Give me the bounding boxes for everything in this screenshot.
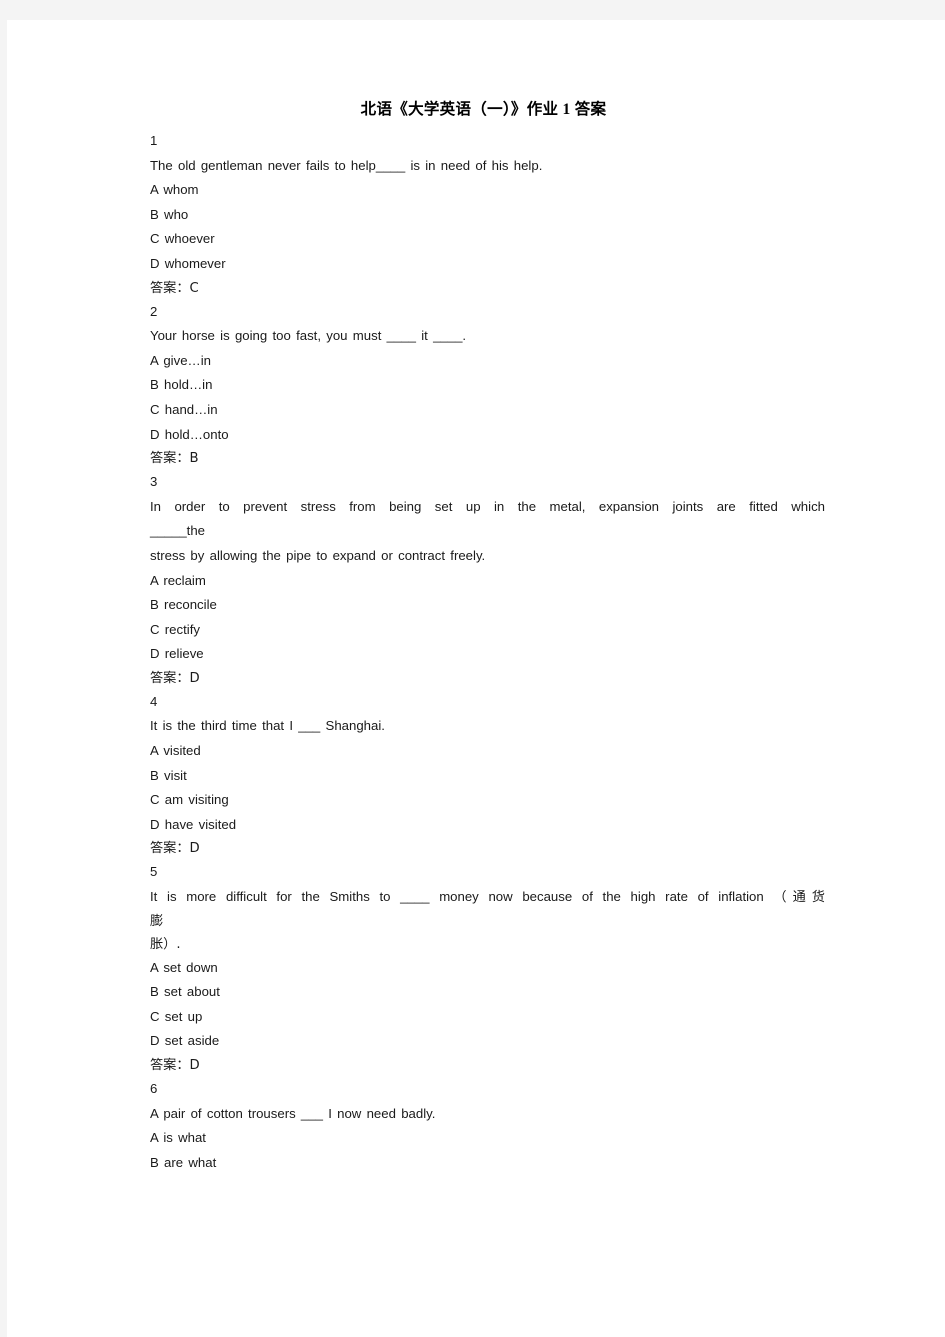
question-5-option-b: B set about: [150, 984, 220, 1000]
question-stem-3-line-1: In order to prevent stress from being se…: [150, 498, 825, 514]
question-5-option-d: D set aside: [150, 1033, 220, 1049]
question-4-answer: 答案：D: [150, 841, 200, 857]
question-number-5: 5: [150, 864, 158, 880]
question-5-option-c: C set up: [150, 1008, 203, 1024]
question-1-option-c: C whoever: [150, 231, 215, 247]
question-stem-1: The old gentleman never fails to help___…: [150, 157, 543, 173]
question-3-option-b: B reconcile: [150, 597, 217, 613]
question-6-option-a: A is what: [150, 1130, 206, 1146]
question-4-option-a: A visited: [150, 743, 201, 759]
question-stem-3-line-2: _____the: [150, 523, 206, 539]
question-2-option-a: A give…in: [150, 352, 211, 368]
question-number-6: 6: [150, 1081, 158, 1096]
question-2-option-d: D hold…onto: [150, 426, 229, 442]
question-4-option-d: D have visited: [150, 816, 237, 832]
question-1-option-d: D whomever: [150, 255, 226, 271]
question-number-2: 2: [150, 303, 158, 319]
question-number-4: 4: [150, 693, 158, 709]
question-stem-5-line-3: 胀）.: [150, 936, 181, 952]
question-1-answer: 答案：C: [150, 280, 199, 296]
question-stem-5-line-2: 膨: [150, 913, 164, 929]
question-1-option-b: B who: [150, 206, 189, 222]
question-stem-3-line-3: stress by allowing the pipe to expand or…: [150, 547, 486, 563]
question-stem-4: It is the third time that I ___ Shanghai…: [150, 718, 385, 734]
question-1-option-a: A whom: [150, 182, 199, 198]
document-content: 北语《大学英语（一）》作业 1 答案 1 The old gentleman n…: [150, 95, 825, 1175]
question-3-option-a: A reclaim: [150, 572, 206, 588]
question-stem-6: A pair of cotton trousers ___ I now need…: [150, 1105, 436, 1121]
question-3-answer: 答案：D: [150, 670, 200, 686]
document-page: 北语《大学英语（一）》作业 1 答案 1 The old gentleman n…: [7, 20, 945, 1337]
question-stem-2: Your horse is going too fast, you must _…: [150, 328, 467, 344]
question-2-option-b: B hold…in: [150, 377, 213, 393]
question-3-option-c: C rectify: [150, 621, 200, 637]
question-6-option-b: B are what: [150, 1154, 217, 1170]
page-title: 北语《大学英语（一）》作业 1 答案: [360, 101, 607, 118]
question-number-1: 1: [150, 133, 158, 148]
question-list: 1 The old gentleman never fails to help_…: [150, 129, 825, 1175]
question-2-option-c: C hand…in: [150, 401, 218, 417]
question-4-option-c: C am visiting: [150, 792, 229, 808]
question-2-answer: 答案：B: [150, 451, 199, 467]
question-stem-5-line-1: It is more difficult for the Smiths to _…: [150, 889, 825, 905]
question-5-answer: 答案：D: [150, 1058, 200, 1073]
question-5-option-a: A set down: [150, 959, 218, 975]
question-4-option-b: B visit: [150, 767, 187, 783]
question-3-option-d: D relieve: [150, 646, 204, 662]
question-number-3: 3: [150, 474, 158, 490]
